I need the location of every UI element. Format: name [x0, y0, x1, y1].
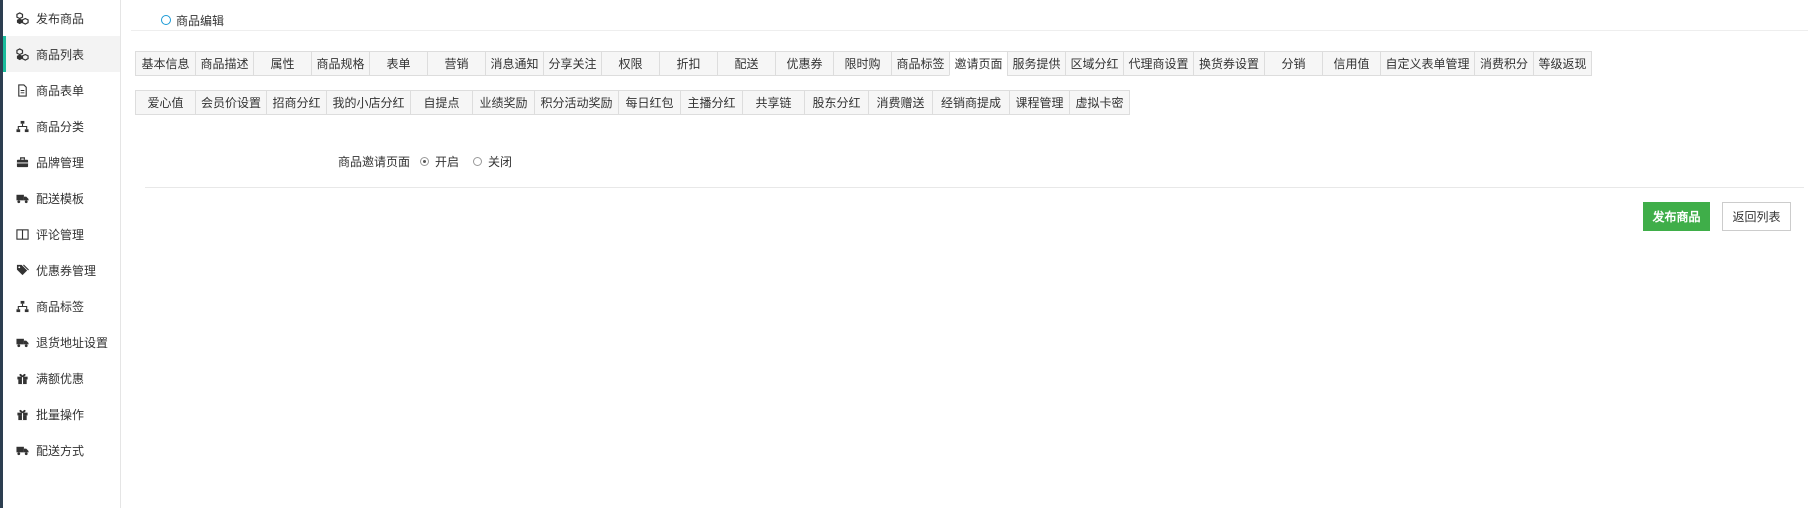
briefcase-icon	[15, 155, 29, 169]
tags-icon	[15, 263, 29, 277]
tab-bar: 基本信息 商品描述 属性 商品规格 表单 营销 消息通知 分享关注 权限 折扣 配送 优惠券 限时购 商品…	[135, 51, 1805, 129]
file-icon	[15, 83, 29, 97]
radio-enable[interactable]: 开启	[420, 153, 459, 170]
tab-row1-10[interactable]: 配送	[717, 51, 776, 76]
sidebar-item-3[interactable]: 商品分类	[3, 108, 120, 144]
tab-row2-2[interactable]: 招商分红	[266, 90, 327, 115]
tab-row2-5[interactable]: 业绩奖励	[472, 90, 535, 115]
tab-row2-4[interactable]: 自提点	[410, 90, 473, 115]
sidebar-item-label: 品牌管理	[36, 155, 85, 170]
tab-row1-3[interactable]: 商品规格	[311, 51, 370, 76]
tab-row2-14[interactable]: 虚拟卡密	[1069, 90, 1130, 115]
breadcrumb-divider	[131, 30, 1808, 31]
tab-row1-19[interactable]: 分销	[1264, 51, 1323, 76]
main-content: 商品编辑 基本信息 商品描述 属性 商品规格 表单 营销 消息通知 分享关注 权限 折扣 配送 优惠券…	[121, 0, 1818, 508]
publish-goods-button[interactable]: 发布商品	[1643, 202, 1710, 231]
sitemap-icon	[15, 119, 29, 133]
sidebar-item-label: 配送方式	[36, 443, 85, 458]
radio-enable-label: 开启	[435, 155, 460, 169]
sidebar-item-0[interactable]: 发布商品	[3, 0, 120, 36]
sidebar-item-label: 满额优惠	[36, 371, 85, 386]
tab-row2-6[interactable]: 积分活动奖励	[534, 90, 619, 115]
tab-row1-18[interactable]: 换货券设置	[1193, 51, 1265, 76]
tab-row1-22[interactable]: 消费积分	[1474, 51, 1534, 76]
tab-row2-8[interactable]: 主播分红	[680, 90, 743, 115]
radio-disable[interactable]: 关闭	[473, 153, 512, 170]
tab-row2-1[interactable]: 会员价设置	[195, 90, 267, 115]
tab-row1-13[interactable]: 商品标签	[891, 51, 950, 76]
sidebar: 发布商品商品列表商品表单商品分类品牌管理配送模板评论管理优惠券管理商品标签退货地…	[3, 0, 121, 508]
truck-icon	[15, 191, 29, 205]
sidebar-item-label: 商品列表	[36, 47, 85, 62]
tab-row2-11[interactable]: 消费赠送	[868, 90, 933, 115]
sidebar-item-6[interactable]: 评论管理	[3, 216, 120, 252]
sidebar-item-label: 商品分类	[36, 119, 85, 134]
tab-row1-5[interactable]: 营销	[427, 51, 486, 76]
tab-row1-8[interactable]: 权限	[601, 51, 660, 76]
tab-row1-12[interactable]: 限时购	[833, 51, 892, 76]
tab-row1-4[interactable]: 表单	[369, 51, 428, 76]
columns-icon	[15, 227, 29, 241]
tab-row1-7[interactable]: 分享关注	[543, 51, 602, 76]
truck-icon	[15, 335, 29, 349]
tab-row2-12[interactable]: 经销商提成	[932, 90, 1010, 115]
gift-icon	[15, 371, 29, 385]
sidebar-item-2[interactable]: 商品表单	[3, 72, 120, 108]
sidebar-item-label: 评论管理	[36, 227, 85, 242]
sidebar-item-8[interactable]: 商品标签	[3, 288, 120, 324]
sidebar-item-7[interactable]: 优惠券管理	[3, 252, 120, 288]
gift-icon	[15, 407, 29, 421]
tab-row1-14[interactable]: 邀请页面	[949, 51, 1008, 76]
tab-row2-9[interactable]: 共享链	[742, 90, 805, 115]
tab-row2-10[interactable]: 股东分红	[804, 90, 869, 115]
sitemap-icon	[15, 299, 29, 313]
invite-page-setting: 商品邀请页面 开启 关闭	[338, 153, 526, 170]
truck-icon	[15, 443, 29, 457]
radio-disable-dot[interactable]	[473, 157, 483, 166]
tab-row-2: 爱心值 会员价设置 招商分红 我的小店分红 自提点 业绩奖励 积分活动奖励 每日红包 主播分红共…	[135, 90, 1805, 115]
circle-icon	[161, 15, 171, 25]
sidebar-item-label: 商品标签	[36, 299, 85, 314]
sidebar-item-11[interactable]: 批量操作	[3, 396, 120, 432]
tab-row1-23[interactable]: 等级返现	[1533, 51, 1592, 76]
sidebar-item-label: 配送模板	[36, 191, 85, 206]
tab-row-1: 基本信息 商品描述 属性 商品规格 表单 营销 消息通知 分享关注 权限 折扣 配送 优惠券 限时购 商品…	[135, 51, 1805, 76]
radio-enable-dot[interactable]	[420, 157, 430, 166]
tab-row1-21[interactable]: 自定义表单管理	[1380, 51, 1475, 76]
tab-row1-0[interactable]: 基本信息	[135, 51, 196, 76]
tab-row2-13[interactable]: 课程管理	[1009, 90, 1070, 115]
sidebar-item-label: 商品表单	[36, 83, 85, 98]
tab-row2-7[interactable]: 每日红包	[618, 90, 681, 115]
sidebar-item-label: 发布商品	[36, 11, 85, 26]
sidebar-item-1[interactable]: 商品列表	[3, 36, 120, 72]
cubes-icon	[15, 47, 29, 61]
sidebar-item-label: 优惠券管理	[36, 263, 97, 278]
sidebar-item-9[interactable]: 退货地址设置	[3, 324, 120, 360]
breadcrumb: 商品编辑	[161, 10, 224, 30]
back-to-list-button[interactable]: 返回列表	[1722, 202, 1791, 231]
tab-row1-2[interactable]: 属性	[253, 51, 312, 76]
tab-row1-20[interactable]: 信用值	[1322, 51, 1381, 76]
invite-page-label: 商品邀请页面	[338, 155, 411, 169]
tab-row1-11[interactable]: 优惠券	[775, 51, 834, 76]
sidebar-item-4[interactable]: 品牌管理	[3, 144, 120, 180]
cubes-icon	[15, 11, 29, 25]
tab-row1-9[interactable]: 折扣	[659, 51, 718, 76]
form-divider	[145, 187, 1804, 188]
sidebar-item-5[interactable]: 配送模板	[3, 180, 120, 216]
sidebar-item-12[interactable]: 配送方式	[3, 432, 120, 468]
tab-row1-15[interactable]: 服务提供	[1007, 51, 1066, 76]
breadcrumb-label: 商品编辑	[176, 13, 225, 28]
tab-row1-17[interactable]: 代理商设置	[1123, 51, 1194, 76]
sidebar-item-label: 批量操作	[36, 407, 85, 422]
tab-row1-6[interactable]: 消息通知	[485, 51, 544, 76]
tab-row2-0[interactable]: 爱心值	[135, 90, 196, 115]
tab-row1-1[interactable]: 商品描述	[195, 51, 254, 76]
tab-row1-16[interactable]: 区域分红	[1065, 51, 1124, 76]
radio-disable-label: 关闭	[488, 155, 513, 169]
tab-row2-3[interactable]: 我的小店分红	[326, 90, 411, 115]
sidebar-item-label: 退货地址设置	[36, 335, 109, 350]
sidebar-item-10[interactable]: 满额优惠	[3, 360, 120, 396]
